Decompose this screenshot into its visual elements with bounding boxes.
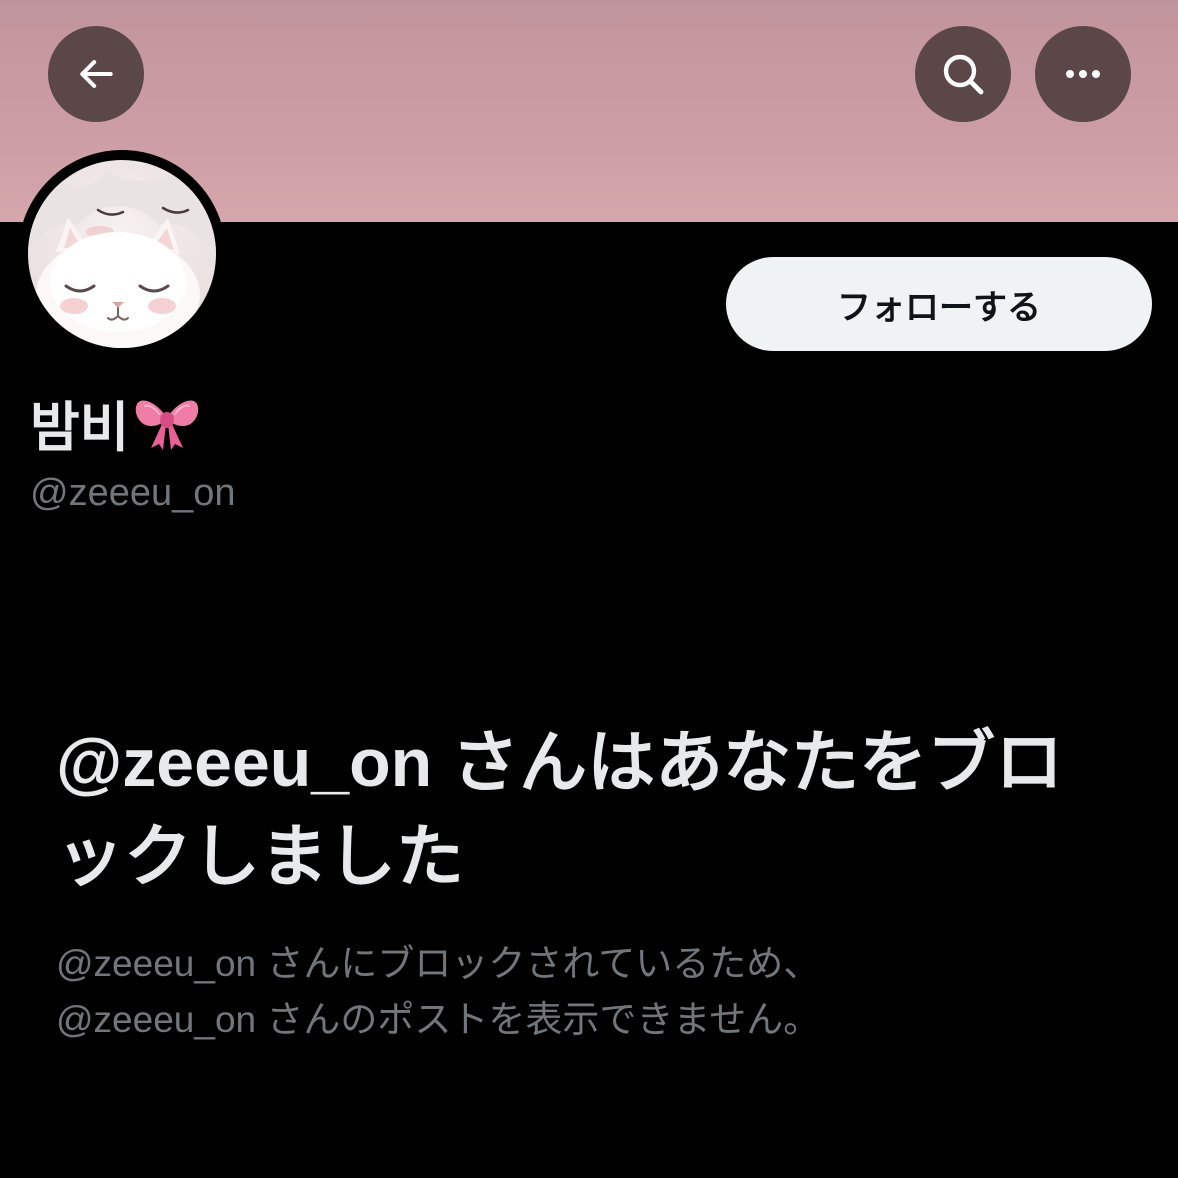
blocked-title: @zeeeu_on さんはあなたをブロックしました — [56, 725, 1064, 895]
search-button[interactable] — [915, 26, 1011, 122]
follow-button[interactable]: フォローする — [726, 257, 1152, 351]
profile-display-name: 밤비 — [30, 382, 203, 462]
more-options-button[interactable] — [1035, 26, 1131, 122]
back-button[interactable] — [48, 26, 144, 122]
display-name-text: 밤비 — [30, 397, 130, 458]
blocked-description-line-2: @zeeeu_on さんのポストを表示できません。 — [56, 999, 821, 1040]
avatar-frame — [18, 150, 226, 358]
blocked-description: @zeeeu_on さんにブロックされているため、 @zeeeu_on さんのポ… — [56, 936, 1116, 1048]
more-horizontal-icon — [1066, 70, 1100, 78]
arrow-left-icon — [80, 60, 113, 88]
avatar[interactable] — [28, 160, 216, 348]
profile-handle: @zeeeu_on — [30, 472, 236, 514]
pink-bow-icon — [136, 400, 199, 450]
search-icon — [943, 54, 984, 95]
blocked-description-line-1: @zeeeu_on さんにブロックされているため、 — [56, 943, 821, 984]
profile-page: フォローする 밤비 @zeeeu_on @zeeeu_on さんはあなたをブロッ… — [0, 0, 1178, 1178]
avatar-cat-icon — [28, 160, 216, 348]
